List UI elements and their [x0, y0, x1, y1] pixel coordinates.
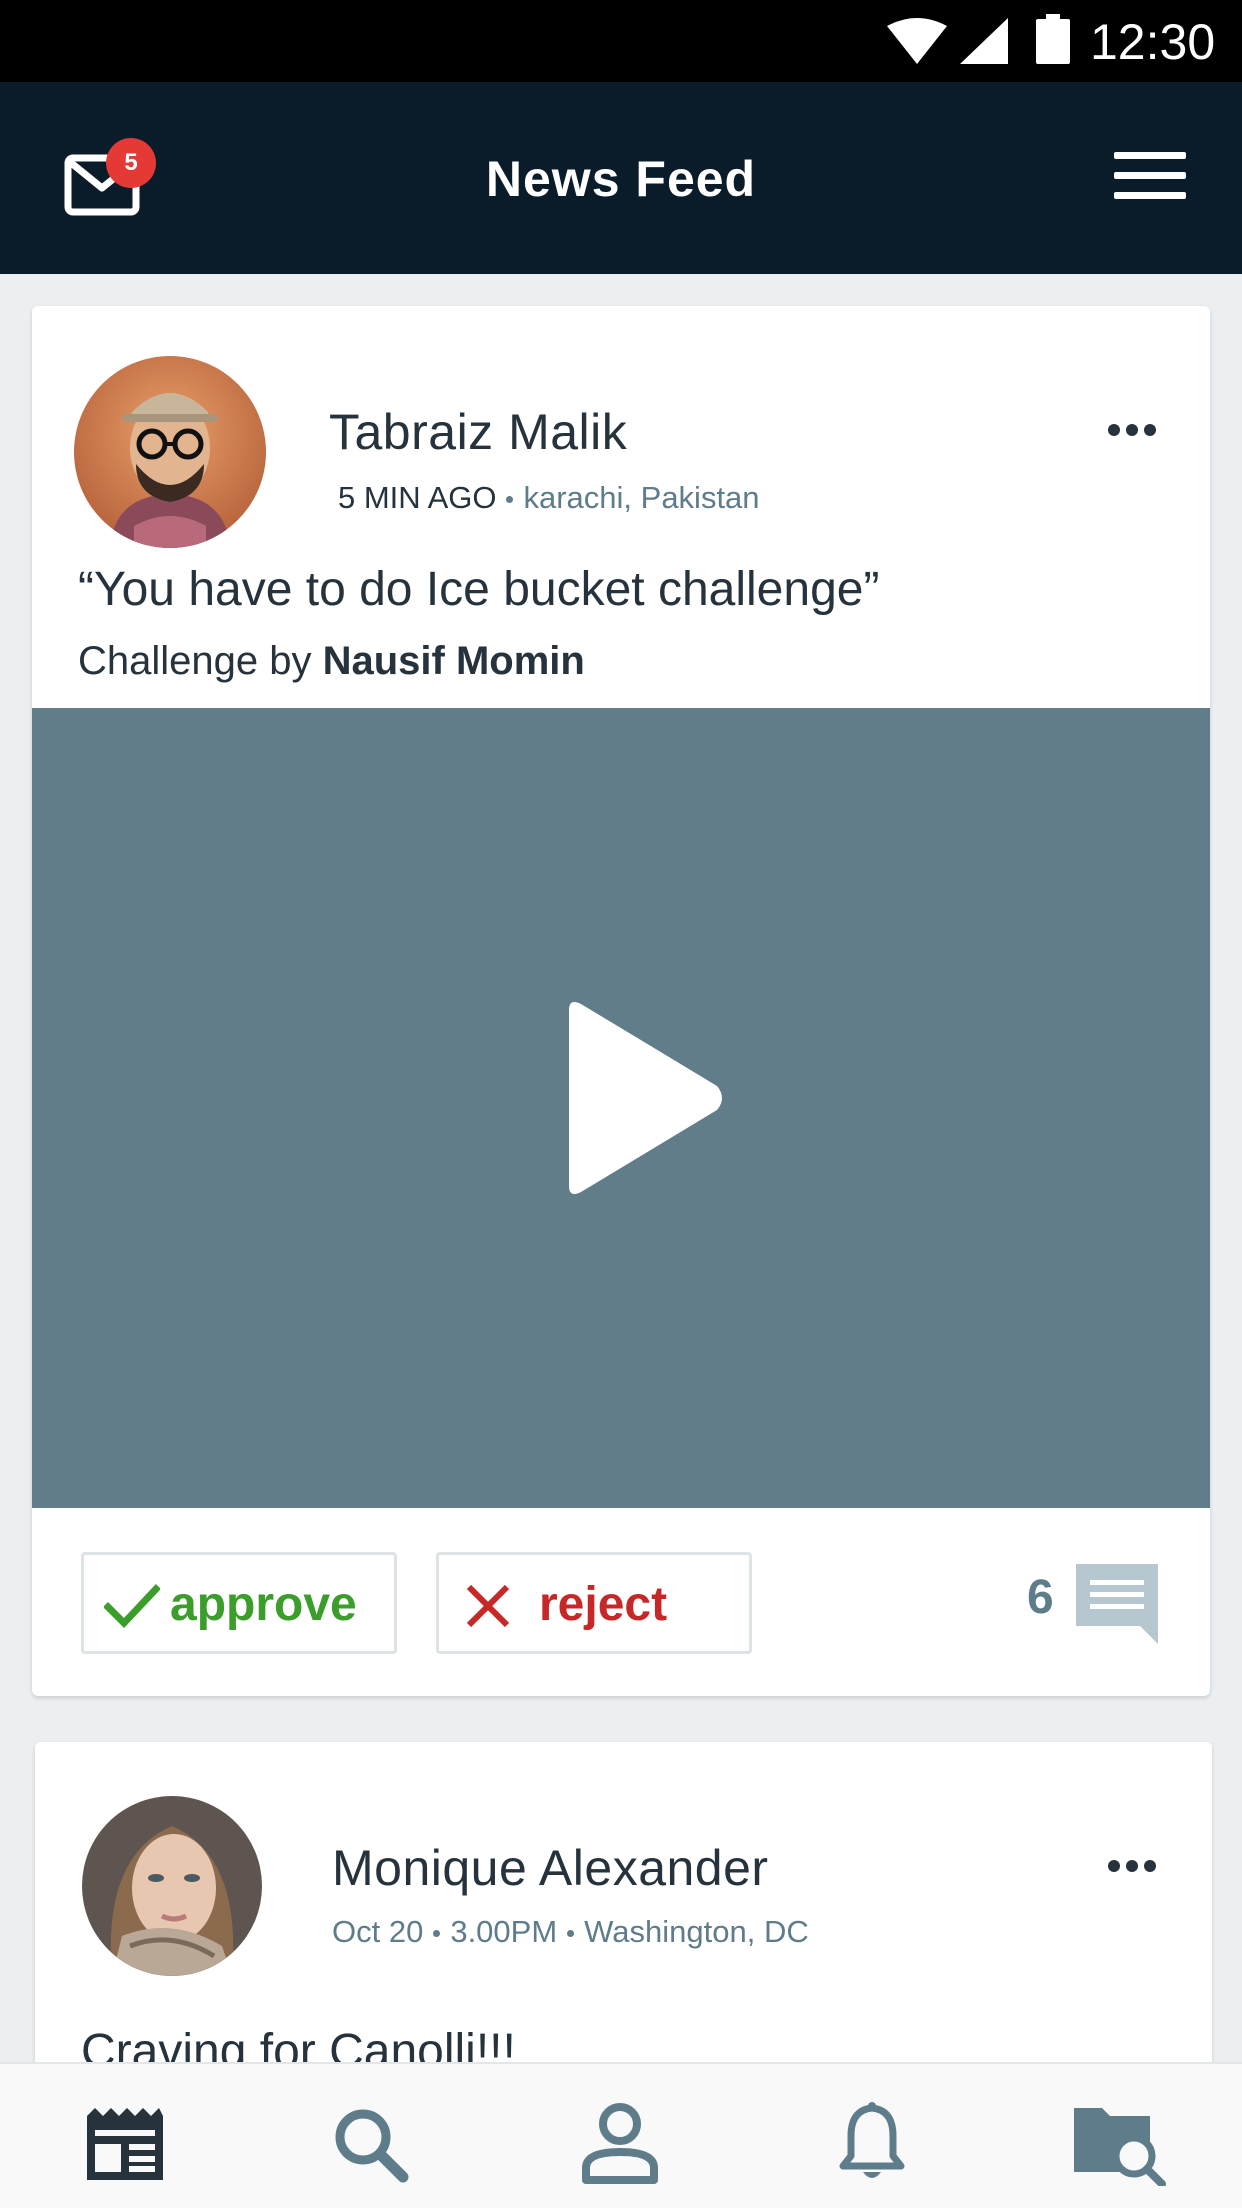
- more-options-icon[interactable]: [1104, 410, 1164, 450]
- approve-button[interactable]: approve: [81, 1552, 397, 1654]
- battery-icon: [1036, 14, 1070, 64]
- post-time: 5 MIN AGO: [338, 480, 497, 515]
- play-icon[interactable]: [557, 998, 727, 1198]
- avatar[interactable]: [74, 356, 266, 548]
- bell-icon: [839, 2102, 905, 2178]
- video-player[interactable]: [32, 708, 1210, 1508]
- post-meta: Oct 20 3.00PM Washington, DC: [332, 1912, 809, 1952]
- author-name[interactable]: Monique Alexander: [332, 1838, 769, 1898]
- more-options-icon[interactable]: [1104, 1846, 1164, 1886]
- nav-search[interactable]: [326, 2100, 416, 2190]
- separator-dot: [433, 1930, 441, 1938]
- challenge-by: Challenge by Nausif Momin: [78, 636, 585, 686]
- status-bar: 12:30: [0, 0, 1242, 82]
- separator-dot: [506, 496, 514, 504]
- status-time: 12:30: [1090, 14, 1216, 70]
- wifi-icon: [887, 18, 947, 64]
- close-icon: [466, 1584, 510, 1628]
- post-quote: “You have to do Ice bucket challenge”: [78, 563, 880, 616]
- separator-dot: [567, 1930, 575, 1938]
- bottom-navigation: [0, 2062, 1242, 2208]
- nav-profile[interactable]: [575, 2100, 665, 2190]
- news-feed-icon: [87, 2108, 163, 2180]
- author-name[interactable]: Tabraiz Malik: [329, 402, 627, 462]
- profile-icon: [582, 2103, 658, 2184]
- check-icon: [104, 1584, 160, 1629]
- search-icon: [335, 2109, 409, 2183]
- post-time: 3.00PM: [450, 1914, 558, 1949]
- page-title: News Feed: [485, 151, 757, 207]
- post-location: karachi, Pakistan: [523, 480, 760, 515]
- nav-notifications[interactable]: [827, 2100, 917, 2190]
- signal-icon: [960, 18, 1008, 64]
- challenge-prefix: Challenge by: [78, 639, 323, 683]
- avatar[interactable]: [82, 1796, 262, 1976]
- nav-news-feed[interactable]: [80, 2100, 170, 2190]
- menu-icon[interactable]: [1112, 148, 1188, 204]
- post-meta: 5 MIN AGO karachi, Pakistan: [338, 478, 760, 518]
- post-card: Tabraiz Malik 5 MIN AGO karachi, Pakistan…: [32, 306, 1210, 1696]
- challenger-name[interactable]: Nausif Momin: [323, 639, 585, 683]
- comment-count[interactable]: 6: [1027, 1570, 1054, 1626]
- reject-label: reject: [539, 1578, 668, 1631]
- reject-button[interactable]: reject: [436, 1552, 752, 1654]
- nav-folder-search[interactable]: [1074, 2100, 1166, 2190]
- folder-search-icon: [1074, 2108, 1166, 2186]
- comment-icon[interactable]: [1076, 1564, 1158, 1644]
- approve-label: approve: [170, 1578, 357, 1631]
- app-bar: 5 News Feed: [0, 82, 1242, 274]
- post-location: Washington, DC: [584, 1914, 809, 1949]
- post-date: Oct 20: [332, 1914, 424, 1949]
